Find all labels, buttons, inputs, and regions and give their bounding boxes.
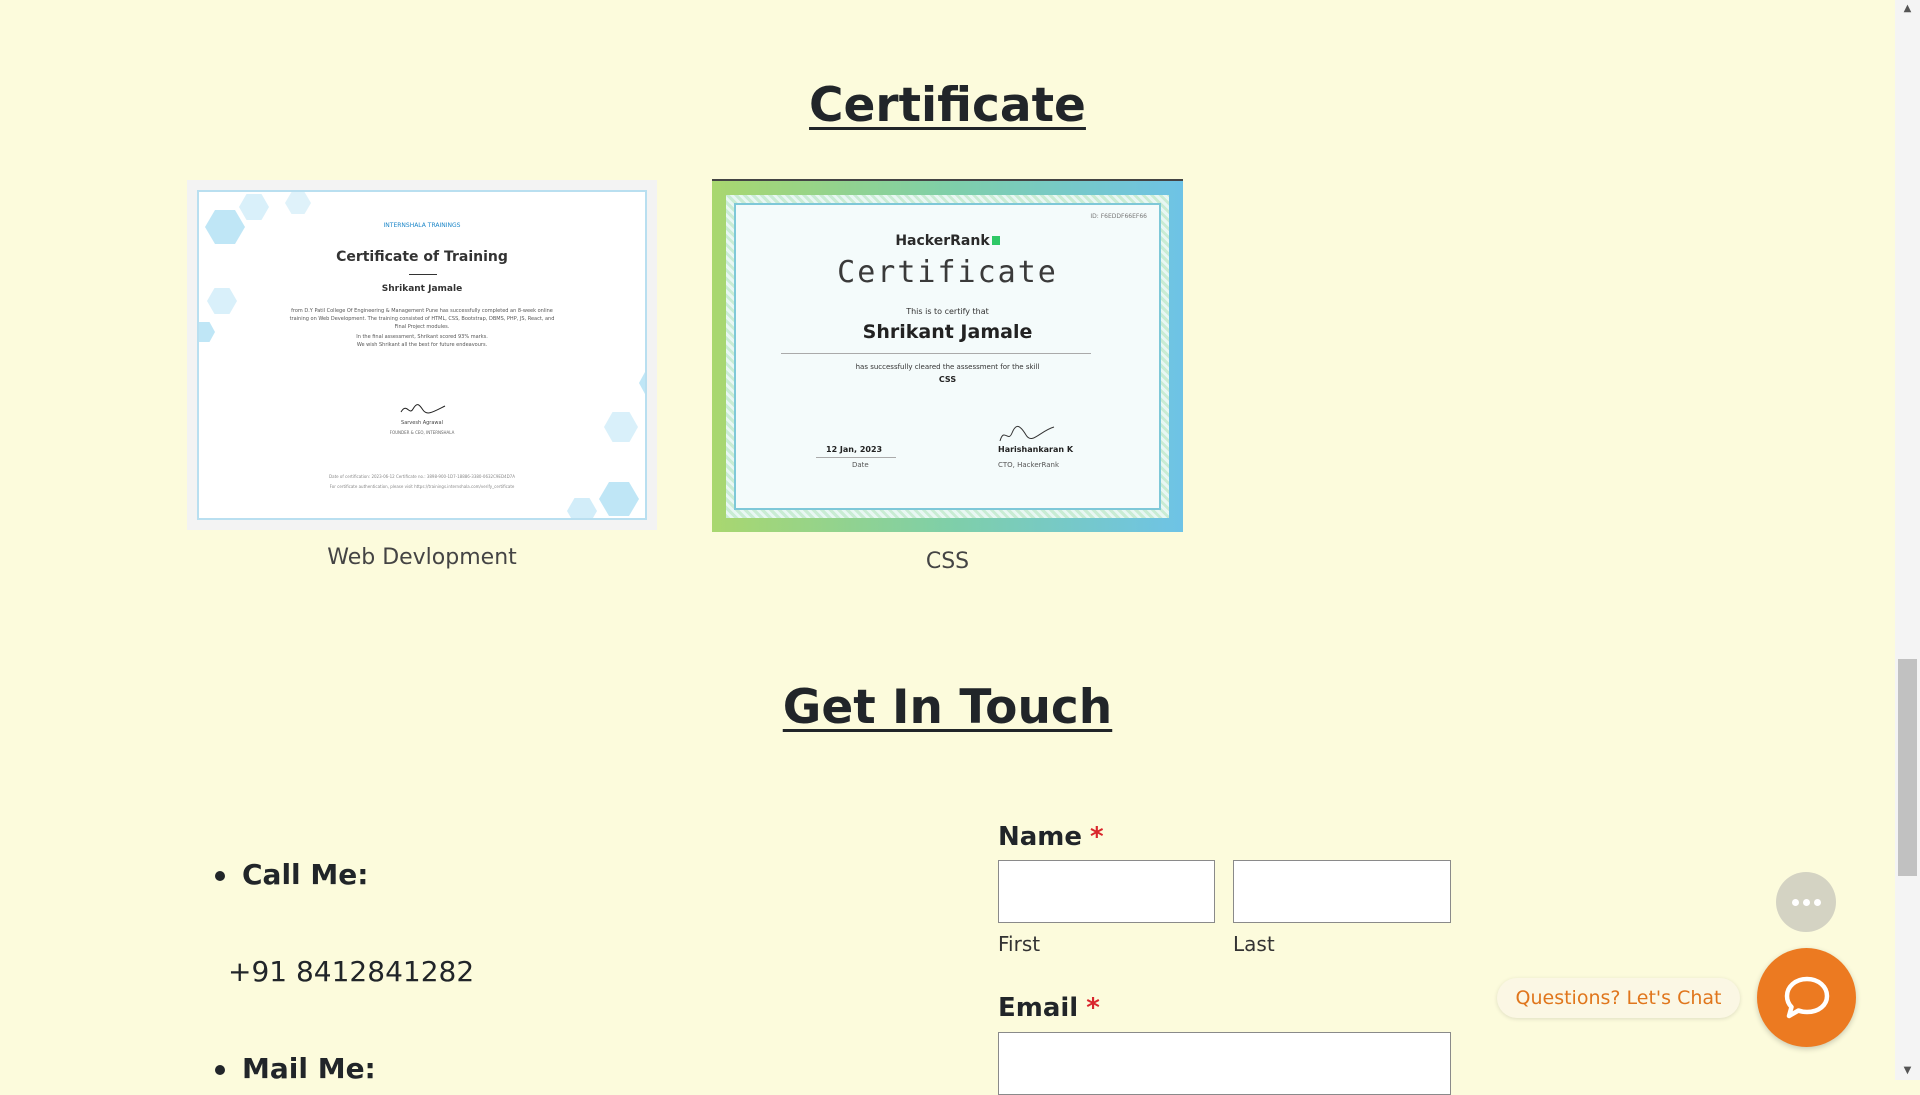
- required-marker: *: [1090, 822, 1104, 852]
- cert2-signer-title: CTO, HackerRank: [998, 461, 1060, 469]
- name-field-label: Name *: [998, 822, 1104, 852]
- last-name-input[interactable]: [1233, 860, 1451, 923]
- chat-bubble-icon: [1784, 976, 1830, 1019]
- first-name-input[interactable]: [998, 860, 1215, 923]
- scroll-down-icon[interactable]: ▼: [1895, 1062, 1920, 1080]
- certificate-caption: Web Devlopment: [327, 545, 517, 570]
- cert1-body-4: In the final assessment, Shrikant scored…: [356, 334, 488, 340]
- cert1-signer-title: FOUNDER & CEO, INTERNSHALA: [389, 430, 455, 435]
- cert2-id: ID: F6EDDF66EF66: [1090, 213, 1147, 220]
- more-dots-icon[interactable]: [1776, 872, 1836, 932]
- cert2-signature: [999, 426, 1055, 442]
- certificate-caption: CSS: [925, 549, 970, 574]
- cert1-footer-1: Date of certification: 2023-06-12 Certif…: [329, 474, 515, 479]
- cert1-brand: INTERNSHALA TRAININGS: [383, 222, 461, 229]
- cert1-signer: Sarvesh Agrawal: [401, 420, 443, 426]
- cert2-skill: CSS: [938, 375, 957, 384]
- last-name-sublabel: Last: [1233, 932, 1275, 956]
- list-bullet: [215, 871, 225, 881]
- scrollbar-thumb[interactable]: [1898, 659, 1917, 876]
- email-field-label: Email *: [998, 993, 1100, 1023]
- required-marker: *: [1086, 993, 1100, 1023]
- cert1-footer-2: For certificate authentication, please v…: [329, 484, 515, 489]
- call-me-label: Call Me:: [242, 858, 369, 891]
- cert2-date: 12 Jan, 2023: [826, 445, 883, 454]
- page: Certificate INTERNSHALA TRAININGS Certif…: [0, 0, 1895, 1095]
- scroll-up-icon[interactable]: ▲: [1895, 0, 1920, 18]
- name-label-text: Name: [998, 822, 1083, 852]
- first-name-sublabel: First: [998, 932, 1041, 956]
- email-input[interactable]: [998, 1032, 1451, 1095]
- get-in-touch-title: Get In Touch: [782, 680, 1113, 735]
- cert1-body-2: training on Web Development. The trainin…: [289, 316, 555, 322]
- cert2-recipient: Shrikant Jamale: [862, 321, 1033, 343]
- cert2-brand: HackerRank: [895, 233, 990, 249]
- cert1-body-3: Final Project modules.: [394, 324, 450, 330]
- mail-me-label: Mail Me:: [242, 1052, 376, 1085]
- certificate-section-title: Certificate: [809, 78, 1086, 133]
- chat-open-button[interactable]: [1757, 948, 1856, 1047]
- certificate-card-css[interactable]: ID: F6EDDF66EF66 HackerRank Certificate …: [712, 179, 1183, 574]
- cert2-certify-text: This is to certify that: [906, 307, 989, 316]
- cert1-heading: Certificate of Training: [336, 249, 508, 265]
- list-bullet: [215, 1065, 225, 1075]
- certificate-card-web-development[interactable]: INTERNSHALA TRAININGS Certificate of Tra…: [187, 180, 657, 570]
- cert1-body-1: from D.Y Patil College Of Engineering & …: [291, 308, 553, 314]
- cert2-cleared-text: has successfully cleared the assessment …: [855, 363, 1040, 371]
- cert2-signer: Harishankaran K: [998, 445, 1074, 454]
- email-label-text: Email: [998, 993, 1079, 1023]
- certificate-image-internshala[interactable]: INTERNSHALA TRAININGS Certificate of Tra…: [187, 180, 657, 530]
- chat-prompt[interactable]: Questions? Let's Chat: [1497, 978, 1740, 1018]
- cert2-date-label: Date: [852, 461, 869, 469]
- phone-number[interactable]: +91 8412841282: [228, 955, 474, 988]
- cert2-brand-line: HackerRank: [736, 233, 1159, 249]
- vertical-scrollbar[interactable]: ▲ ▼: [1895, 0, 1920, 1080]
- cert1-signature: [400, 404, 446, 414]
- hackerrank-logo-icon: [991, 236, 1000, 245]
- cert2-heading: Certificate: [837, 255, 1058, 290]
- cert1-body-5: We wish Shrikant all the best for future…: [356, 342, 488, 348]
- cert1-recipient: Shrikant Jamale: [381, 284, 463, 294]
- certificate-image-hackerrank[interactable]: ID: F6EDDF66EF66 HackerRank Certificate …: [712, 179, 1183, 532]
